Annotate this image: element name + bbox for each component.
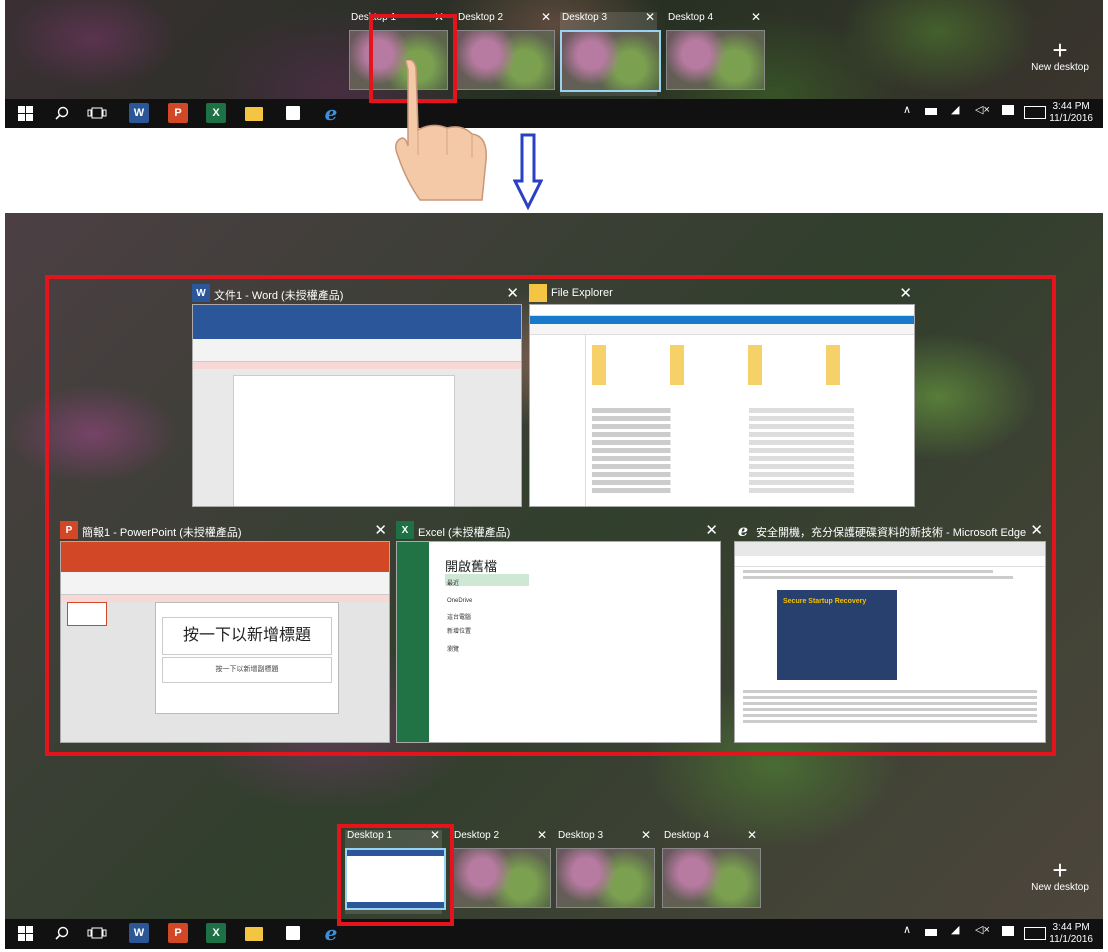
battery-icon[interactable] — [925, 929, 937, 936]
volume-icon[interactable]: ◁× — [975, 103, 990, 116]
desktop-label: Desktop 4 — [664, 830, 710, 841]
desktop-tab-4[interactable]: Desktop 4 ✕ — [666, 10, 765, 96]
new-desktop-label: New desktop — [1031, 62, 1089, 73]
plus-icon: + — [1052, 35, 1068, 65]
desktop-thumbnail[interactable] — [556, 848, 655, 908]
edge-icon[interactable]: e — [321, 101, 341, 125]
excel-icon[interactable]: X — [206, 923, 226, 943]
clock[interactable]: 3:44 PM 11/1/2016 — [1049, 922, 1093, 946]
desktop-thumbnail[interactable] — [560, 30, 661, 92]
keyboard-icon[interactable] — [1024, 106, 1046, 119]
powerpoint-icon[interactable]: P — [168, 923, 188, 943]
store-icon[interactable] — [286, 106, 300, 120]
keyboard-icon[interactable] — [1024, 927, 1046, 940]
wifi-icon[interactable]: ◢ — [951, 103, 959, 116]
close-icon[interactable]: ✕ — [541, 10, 551, 24]
file-explorer-icon[interactable] — [245, 927, 263, 941]
task-view-icon[interactable] — [87, 923, 107, 943]
search-icon[interactable] — [52, 923, 72, 943]
chevron-up-icon[interactable]: ∧ — [903, 923, 911, 936]
desktop-label: Desktop 4 — [668, 12, 714, 23]
desktop-tab-3[interactable]: Desktop 3 ✕ — [560, 10, 661, 96]
word-icon[interactable]: W — [129, 103, 149, 123]
new-desktop-button[interactable]: + New desktop — [1025, 855, 1095, 893]
task-view-icon[interactable] — [87, 103, 107, 123]
start-icon[interactable] — [15, 103, 35, 123]
file-explorer-icon[interactable] — [245, 107, 263, 121]
close-icon[interactable]: ✕ — [537, 828, 547, 842]
desktop-label: Desktop 2 — [458, 12, 504, 23]
start-icon[interactable] — [15, 923, 35, 943]
new-desktop-label: New desktop — [1031, 882, 1089, 893]
edge-icon[interactable]: e — [321, 921, 341, 945]
taskbar: W P X e ∧ ◢ ◁× 3:44 PM 11/1/2016 — [5, 99, 1103, 128]
excel-icon[interactable]: X — [206, 103, 226, 123]
close-icon[interactable]: ✕ — [645, 10, 655, 24]
arrow-down-icon — [513, 133, 543, 211]
clock-date: 11/1/2016 — [1049, 113, 1093, 124]
hand-pointer-icon — [395, 60, 487, 201]
chevron-up-icon[interactable]: ∧ — [903, 103, 911, 116]
desktop-tab-3[interactable]: Desktop 3 ✕ — [556, 828, 655, 914]
desktop-thumbnail[interactable] — [666, 30, 765, 90]
desktop-tab-4[interactable]: Desktop 4 ✕ — [662, 828, 761, 914]
desktop-thumbnail[interactable] — [452, 848, 551, 908]
wifi-icon[interactable]: ◢ — [951, 923, 959, 936]
top-task-view: Desktop 1 ✕ Desktop 2 ✕ Desktop 3 ✕ Desk… — [5, 0, 1103, 128]
taskbar: W P X e ∧ ◢ ◁× 3:44 PM 11/1/2016 — [5, 919, 1103, 949]
close-icon[interactable]: ✕ — [747, 828, 757, 842]
highlight-open-windows — [45, 275, 1056, 756]
search-icon[interactable] — [52, 103, 72, 123]
desktop-label: Desktop 3 — [558, 830, 604, 841]
clock-time: 3:44 PM — [1052, 922, 1090, 933]
desktop-label: Desktop 3 — [562, 12, 608, 23]
highlight-desktop-1-bottom — [337, 824, 454, 926]
powerpoint-icon[interactable]: P — [168, 103, 188, 123]
battery-icon[interactable] — [925, 108, 937, 115]
volume-icon[interactable]: ◁× — [975, 923, 990, 936]
clock-date: 11/1/2016 — [1049, 934, 1093, 945]
clock[interactable]: 3:44 PM 11/1/2016 — [1049, 101, 1093, 125]
word-icon[interactable]: W — [129, 923, 149, 943]
notification-icon[interactable] — [1002, 926, 1014, 936]
plus-icon: + — [1052, 855, 1068, 885]
clock-time: 3:44 PM — [1052, 101, 1090, 112]
desktop-label: Desktop 2 — [454, 830, 500, 841]
desktop-thumbnail[interactable] — [662, 848, 761, 908]
close-icon[interactable]: ✕ — [641, 828, 651, 842]
notification-icon[interactable] — [1002, 105, 1014, 115]
close-icon[interactable]: ✕ — [751, 10, 761, 24]
store-icon[interactable] — [286, 926, 300, 940]
new-desktop-button[interactable]: + New desktop — [1025, 35, 1095, 73]
desktop-tab-2[interactable]: Desktop 2 ✕ — [452, 828, 551, 914]
